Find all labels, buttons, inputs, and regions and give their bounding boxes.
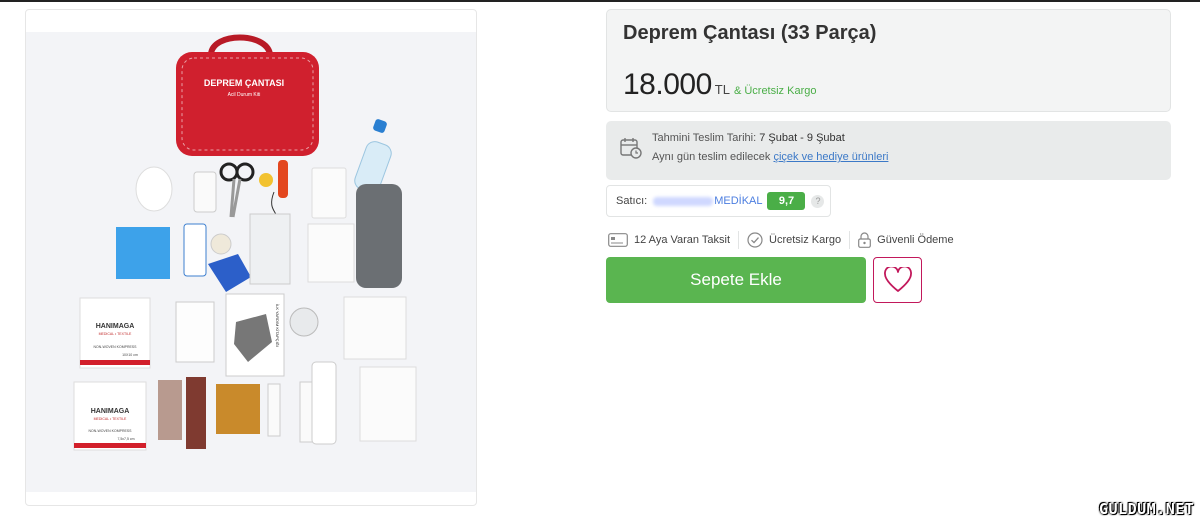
credit-card-icon xyxy=(608,233,628,247)
feature-divider xyxy=(738,231,740,249)
same-day-prefix: Aynı gün teslim edilecek xyxy=(652,151,771,163)
delivery-date: 7 Şubat - 9 Şubat xyxy=(759,132,845,144)
delivery-label: Tahmini Teslim Tarihi: xyxy=(652,132,757,144)
feature-list: 12 Aya Varan Taksit Ücretsiz Kargo Güven… xyxy=(608,230,954,250)
flowers-gifts-link[interactable]: çiçek ve hediye ürünleri xyxy=(773,151,888,163)
seller-score-badge: 9,7 xyxy=(767,192,806,210)
compress-pack-2-image: HANIMAGA MEDICAL • TEXTILE NON-WOVEN KOM… xyxy=(73,381,147,451)
cotton-image xyxy=(135,166,173,212)
earthquake-bag-image: DEPREM ÇANTASI Acil Durum Kiti xyxy=(176,34,319,156)
svg-text:İLK YARDIM KİTAPÇIĞI: İLK YARDIM KİTAPÇIĞI xyxy=(275,304,280,347)
batteries-image xyxy=(216,384,260,434)
svg-text:MEDICAL • TEXTILE: MEDICAL • TEXTILE xyxy=(94,417,127,421)
first-aid-booklet-image: İLK YARDIM KİTAPÇIĞI xyxy=(225,293,285,377)
installment-label: 12 Aya Varan Taksit xyxy=(634,234,731,246)
delivery-info-box: Tahmini Teslim Tarihi: 7 Şubat - 9 Şubat… xyxy=(606,121,1171,180)
cpr-mask-image xyxy=(289,307,319,337)
same-day-note: Aynı gün teslim edilecek çiçek ve hediye… xyxy=(652,151,888,163)
installment-feature: 12 Aya Varan Taksit xyxy=(608,233,730,247)
svg-text:Acil Durum Kiti: Acil Durum Kiti xyxy=(228,92,261,98)
tape-roll-image xyxy=(210,233,232,255)
burn-cream-image xyxy=(311,361,337,445)
gauze-pack-image xyxy=(311,167,347,219)
svg-text:NON-WOVEN KOMPRESS: NON-WOVEN KOMPRESS xyxy=(94,345,138,349)
calendar-clock-icon xyxy=(620,137,642,164)
price-row: 18.000 TL & Ücretsiz Kargo xyxy=(623,68,816,102)
product-title: Deprem Çantası (33 Parça) xyxy=(623,22,877,44)
svg-text:10X10 cm: 10X10 cm xyxy=(122,353,138,357)
product-price: 18.000 xyxy=(623,68,712,101)
site-watermark: GULDUM.NET xyxy=(1099,500,1195,518)
compress-pack-1-image: HANIMAGA MEDICAL • TEXTILE NON-WOVEN KOM… xyxy=(79,297,151,369)
svg-text:HANIMAGA: HANIMAGA xyxy=(96,323,135,330)
feature-divider xyxy=(849,231,851,249)
bandage-box-image xyxy=(183,223,207,277)
tourniquet-image xyxy=(186,377,206,449)
secure-payment-feature: Güvenli Ödeme xyxy=(858,232,954,248)
svg-text:HANIMAGA: HANIMAGA xyxy=(91,408,130,415)
product-image-card[interactable]: DEPREM ÇANTASI Acil Durum Kiti HANIMAGA … xyxy=(25,9,477,506)
eye-pad-image xyxy=(359,366,417,442)
gray-bandage-image xyxy=(356,184,402,288)
seller-box[interactable]: Satıcı: MEDİKAL 9,7 ? xyxy=(606,185,831,217)
svg-text:MEDICAL • TEXTILE: MEDICAL • TEXTILE xyxy=(99,332,132,336)
top-border xyxy=(0,0,1200,2)
free-shipping-label: Ücretsiz Kargo xyxy=(769,234,842,246)
product-photo[interactable]: DEPREM ÇANTASI Acil Durum Kiti HANIMAGA … xyxy=(26,32,476,492)
favorite-button[interactable] xyxy=(873,257,922,303)
product-summary-box: Deprem Çantası (33 Parça) 18.000 TL & Üc… xyxy=(606,9,1171,112)
help-icon[interactable]: ? xyxy=(811,194,825,208)
sterile-pad-image xyxy=(343,296,407,360)
svg-text:NON-WOVEN KOMPRESS: NON-WOVEN KOMPRESS xyxy=(89,429,133,433)
thermometer-image xyxy=(267,383,281,437)
check-circle-icon xyxy=(747,232,763,248)
svg-text:DEPREM ÇANTASI: DEPREM ÇANTASI xyxy=(204,78,284,88)
secure-payment-label: Güvenli Ödeme xyxy=(877,234,954,246)
lock-icon xyxy=(858,232,872,248)
price-currency: TL xyxy=(714,82,730,97)
alcohol-swab-image xyxy=(175,301,215,363)
seller-name-redacted xyxy=(653,196,714,206)
blue-towel-image xyxy=(116,227,170,279)
free-shipping-note: & Ücretsiz Kargo xyxy=(733,85,817,97)
plaster-pack-image xyxy=(193,171,217,213)
flashlight-image xyxy=(278,160,288,198)
heart-icon xyxy=(883,267,912,292)
svg-text:7,5x7,5 cm: 7,5x7,5 cm xyxy=(117,437,134,441)
free-shipping-feature: Ücretsiz Kargo xyxy=(747,232,841,248)
foil-blanket-image xyxy=(249,213,291,285)
estimated-delivery: Tahmini Teslim Tarihi: 7 Şubat - 9 Şubat xyxy=(652,132,845,144)
seller-name-link[interactable]: MEDİKAL xyxy=(714,195,762,207)
seller-label: Satıcı: xyxy=(616,195,648,207)
mask-pack-image xyxy=(307,223,355,283)
elastic-bandage-image xyxy=(158,380,182,440)
add-to-cart-button[interactable]: Sepete Ekle xyxy=(606,257,866,303)
